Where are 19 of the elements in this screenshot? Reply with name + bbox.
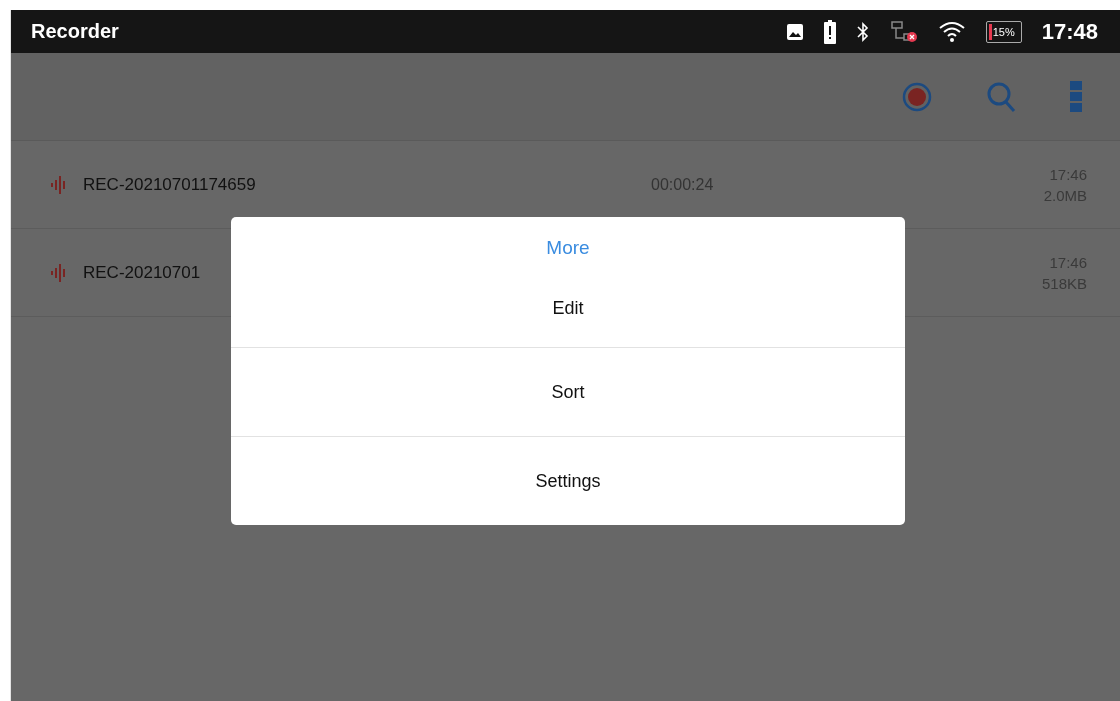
dialog-title: More xyxy=(545,236,591,260)
battery-alert-icon xyxy=(823,19,836,44)
recording-name: REC-20210701174659 xyxy=(83,174,257,195)
waveform-icon xyxy=(51,175,67,194)
image-icon xyxy=(785,22,804,41)
clock: 17:48 xyxy=(1041,18,1098,45)
app-title: Recorder xyxy=(31,20,119,43)
battery-indicator: 15% xyxy=(985,20,1022,43)
search-icon[interactable] xyxy=(986,80,1016,113)
wifi-icon xyxy=(937,20,966,43)
bluetooth-icon xyxy=(855,20,870,43)
record-icon[interactable] xyxy=(902,81,932,112)
ethernet-error-icon xyxy=(889,19,918,44)
more-menu-icon[interactable] xyxy=(1070,80,1082,113)
menu-item[interactable]: Settings xyxy=(231,436,905,525)
recording-name: REC-20210701 xyxy=(83,262,202,283)
waveform-icon xyxy=(51,263,67,282)
menu-item[interactable]: Sort xyxy=(231,347,905,436)
menu-item[interactable]: Edit xyxy=(231,269,905,347)
